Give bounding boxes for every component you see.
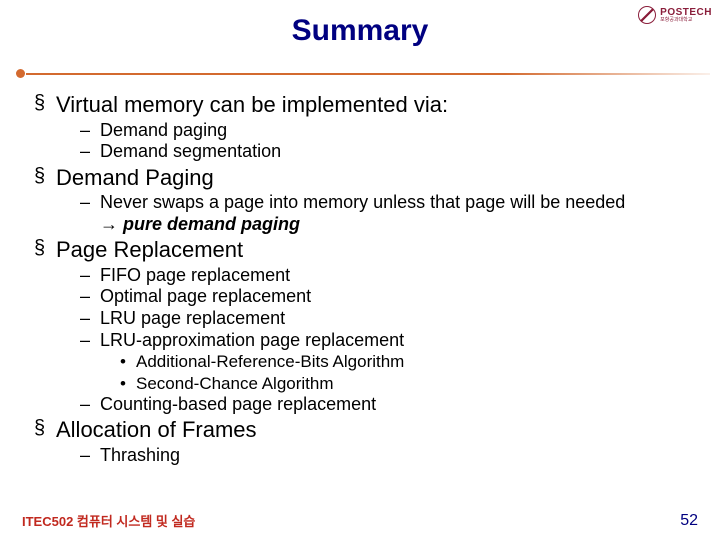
slide-footer: ITEC502 컴퓨터 시스템 및 실습 52 — [0, 511, 720, 530]
postech-logo: POSTECH 포항공과대학교 — [638, 6, 712, 24]
arrow-icon: → — [100, 214, 123, 234]
logo-sub-text: 포항공과대학교 — [660, 18, 712, 23]
bullet-vm: Virtual memory can be implemented via: — [20, 91, 700, 119]
title-divider — [10, 72, 710, 76]
bullet-never-swaps: Never swaps a page into memory unless th… — [20, 192, 700, 214]
slide-content: Virtual memory can be implemented via: D… — [20, 90, 700, 466]
bullet-demand-paging: Demand Paging — [20, 164, 700, 192]
bullet-thrashing: Thrashing — [20, 445, 700, 467]
bullet-allocation-frames: Allocation of Frames — [20, 416, 700, 444]
bullet-fifo: FIFO page replacement — [20, 265, 700, 287]
bullet-lru: LRU page replacement — [20, 308, 700, 330]
pure-demand-emph: pure demand paging — [123, 214, 300, 234]
divider-dot-icon — [16, 69, 25, 78]
bullet-second-chance: Second-Chance Algorithm — [20, 373, 700, 394]
page-number: 52 — [680, 512, 698, 530]
slide: POSTECH 포항공과대학교 Summary Virtual memory c… — [0, 0, 720, 540]
logo-text: POSTECH 포항공과대학교 — [660, 8, 712, 23]
bullet-counting: Counting-based page replacement — [20, 394, 700, 416]
bullet-lru-approx: LRU-approximation page replacement — [20, 330, 700, 352]
bullet-arb-algo: Additional-Reference-Bits Algorithm — [20, 351, 700, 372]
logo-main-text: POSTECH — [660, 8, 712, 18]
course-code: ITEC502 컴퓨터 시스템 및 실습 — [22, 511, 195, 530]
bullet-vm-paging: Demand paging — [20, 120, 700, 142]
postech-seal-icon — [638, 6, 656, 24]
bullet-pure-demand: → pure demand paging — [20, 214, 700, 236]
bullet-page-replacement: Page Replacement — [20, 236, 700, 264]
bullet-vm-segmentation: Demand segmentation — [20, 141, 700, 163]
bullet-optimal: Optimal page replacement — [20, 286, 700, 308]
slide-title: Summary — [0, 0, 720, 48]
